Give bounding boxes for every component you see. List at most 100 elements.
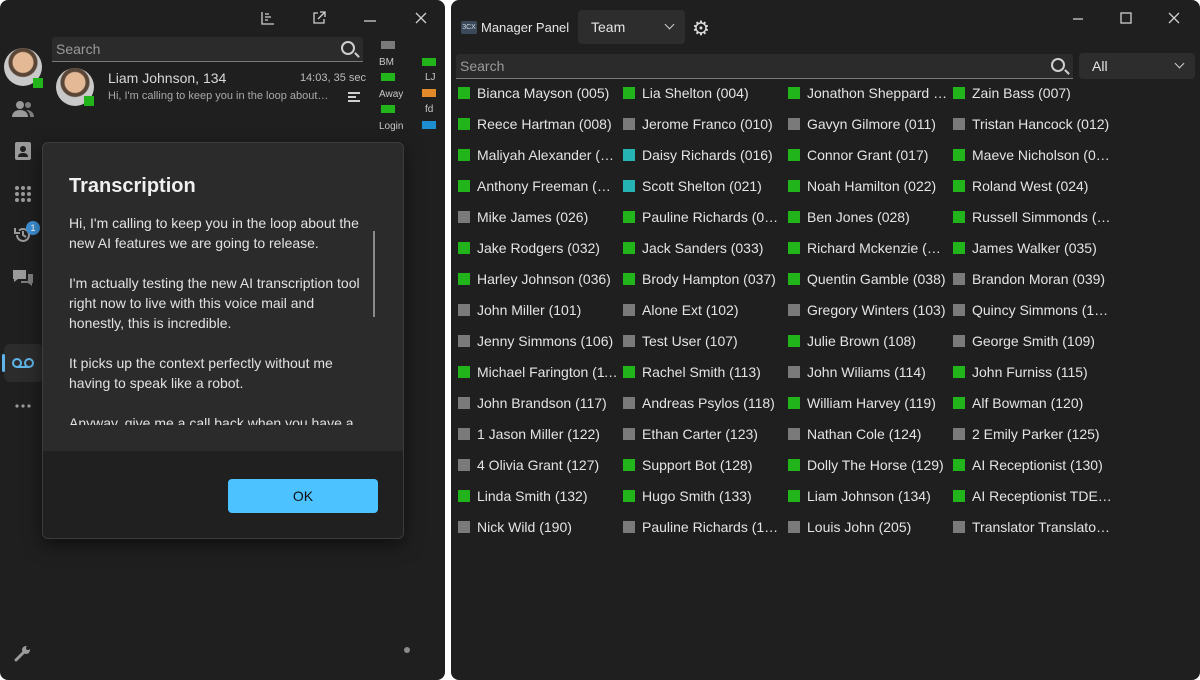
extension-item[interactable]: Noah Hamilton (022) [788,174,948,198]
contacts-icon[interactable] [10,96,36,122]
extension-item[interactable]: Quincy Simmons (104) [953,298,1113,322]
extension-item[interactable]: Michael Farington (112) [458,360,618,384]
extension-name: Hugo Smith (133) [642,488,752,504]
search-input[interactable]: Search [456,54,1073,79]
presence-indicator [623,304,635,316]
extension-item[interactable]: Dolly The Horse (129) [788,453,948,477]
extension-item[interactable]: AI Receptionist TDE (135) [953,484,1113,508]
extension-item[interactable]: William Harvey (119) [788,391,948,415]
search-icon[interactable] [1051,58,1065,72]
filter-select[interactable]: All [1079,53,1195,79]
extension-item[interactable]: Hugo Smith (133) [623,484,783,508]
extension-item[interactable]: 2 Emily Parker (125) [953,422,1113,446]
extension-name: Louis John (205) [807,519,912,535]
extension-item[interactable]: Alf Bowman (120) [953,391,1113,415]
extension-item[interactable]: Rachel Smith (113) [623,360,783,384]
extension-item[interactable]: Connor Grant (017) [788,143,948,167]
search-input[interactable]: Search [52,37,363,62]
presence-indicator [788,428,800,440]
maximize-button[interactable] [1114,8,1138,28]
chat-icon[interactable] [10,265,36,291]
phonebook-icon[interactable] [10,138,36,164]
avatar[interactable] [4,48,43,88]
extension-item[interactable]: Bianca Mayson (005) [458,81,618,105]
extension-item[interactable]: Pauline Richards (191) [623,515,783,539]
extension-item[interactable]: Ethan Carter (123) [623,422,783,446]
presence-indicator [953,304,965,316]
extension-item[interactable]: John Furniss (115) [953,360,1113,384]
presence-indicator [623,397,635,409]
gears-icon[interactable]: ⚙ [692,16,710,41]
dialpad-icon[interactable] [10,181,36,207]
extension-item[interactable]: Jonathon Sheppard (006) [788,81,948,105]
extension-item[interactable]: Ben Jones (028) [788,205,948,229]
extension-item[interactable]: Jerome Franco (010) [623,112,783,136]
minimize-button[interactable] [1066,8,1090,28]
voicemail-icon[interactable] [10,350,36,376]
extension-item[interactable]: James Walker (035) [953,236,1113,260]
extension-item[interactable]: Brandon Moran (039) [953,267,1113,291]
extension-item[interactable]: Jake Rodgers (032) [458,236,618,260]
close-button[interactable] [409,8,433,28]
extension-item[interactable]: AI Receptionist (130) [953,453,1113,477]
extension-item[interactable]: George Smith (109) [953,329,1113,353]
mini-status-bar [381,105,395,113]
extension-item[interactable]: Nathan Cole (124) [788,422,948,446]
extension-item[interactable]: Russell Simmonds (029) [953,205,1113,229]
transcript-icon[interactable] [348,92,360,102]
extension-item[interactable]: Pauline Richards (027) [623,205,783,229]
extension-item[interactable]: Maliyah Alexander (014) [458,143,618,167]
presence-indicator [953,87,965,99]
extension-item[interactable]: Lia Shelton (004) [623,81,783,105]
minimize-button[interactable] [358,8,382,28]
extension-item[interactable]: Linda Smith (132) [458,484,618,508]
list-item[interactable]: Liam Johnson, 134 14:03, 35 sec Hi, I'm … [52,64,368,112]
extension-item[interactable]: John Wiliams (114) [788,360,948,384]
extension-item[interactable]: Mike James (026) [458,205,618,229]
extension-name: Zain Bass (007) [972,85,1071,101]
settings-wrench-icon[interactable] [10,640,36,666]
more-icon[interactable] [10,393,36,419]
popout-icon[interactable] [307,8,331,28]
extension-item[interactable]: Scott Shelton (021) [623,174,783,198]
extension-item[interactable]: Support Bot (128) [623,453,783,477]
extension-item[interactable]: Translator Translator (206) [953,515,1113,539]
extension-item[interactable]: John Brandson (117) [458,391,618,415]
close-button[interactable] [1162,8,1186,28]
extension-item[interactable]: Reece Hartman (008) [458,112,618,136]
extension-item[interactable]: Maeve Nicholson (018) [953,143,1113,167]
extension-item[interactable]: Jack Sanders (033) [623,236,783,260]
search-icon[interactable] [341,41,355,55]
extension-item[interactable]: Gregory Winters (103) [788,298,948,322]
extension-item[interactable]: Liam Johnson (134) [788,484,948,508]
team-select[interactable]: Team [578,10,685,44]
extension-item[interactable]: Julie Brown (108) [788,329,948,353]
presence-indicator [623,211,635,223]
extension-item[interactable]: Test User (107) [623,329,783,353]
extension-item[interactable]: Daisy Richards (016) [623,143,783,167]
stats-icon[interactable] [256,8,280,28]
extension-item[interactable]: Quentin Gamble (038) [788,267,948,291]
extension-item[interactable]: Jenny Simmons (106) [458,329,618,353]
extension-item[interactable]: Harley Johnson (036) [458,267,618,291]
extension-item[interactable]: Brody Hampton (037) [623,267,783,291]
extension-item[interactable]: Zain Bass (007) [953,81,1113,105]
extension-item[interactable]: Anthony Freeman (019) [458,174,618,198]
extension-name: John Miller (101) [477,302,582,318]
extension-item[interactable]: 1 Jason Miller (122) [458,422,618,446]
extension-item[interactable]: Andreas Psylos (118) [623,391,783,415]
extension-item[interactable]: Tristan Hancock (012) [953,112,1113,136]
scrollbar[interactable] [373,231,375,317]
extension-item[interactable]: Richard Mckenzie (034) [788,236,948,260]
extension-item[interactable]: Roland West (024) [953,174,1113,198]
extension-name: Support Bot (128) [642,457,753,473]
extension-name: Translator Translator (206) [972,519,1113,535]
presence-indicator [953,428,965,440]
extension-item[interactable]: Louis John (205) [788,515,948,539]
extension-item[interactable]: Alone Ext (102) [623,298,783,322]
extension-item[interactable]: John Miller (101) [458,298,618,322]
ok-button[interactable]: OK [228,479,378,513]
extension-item[interactable]: Nick Wild (190) [458,515,618,539]
extension-item[interactable]: 4 Olivia Grant (127) [458,453,618,477]
extension-item[interactable]: Gavyn Gilmore (011) [788,112,948,136]
